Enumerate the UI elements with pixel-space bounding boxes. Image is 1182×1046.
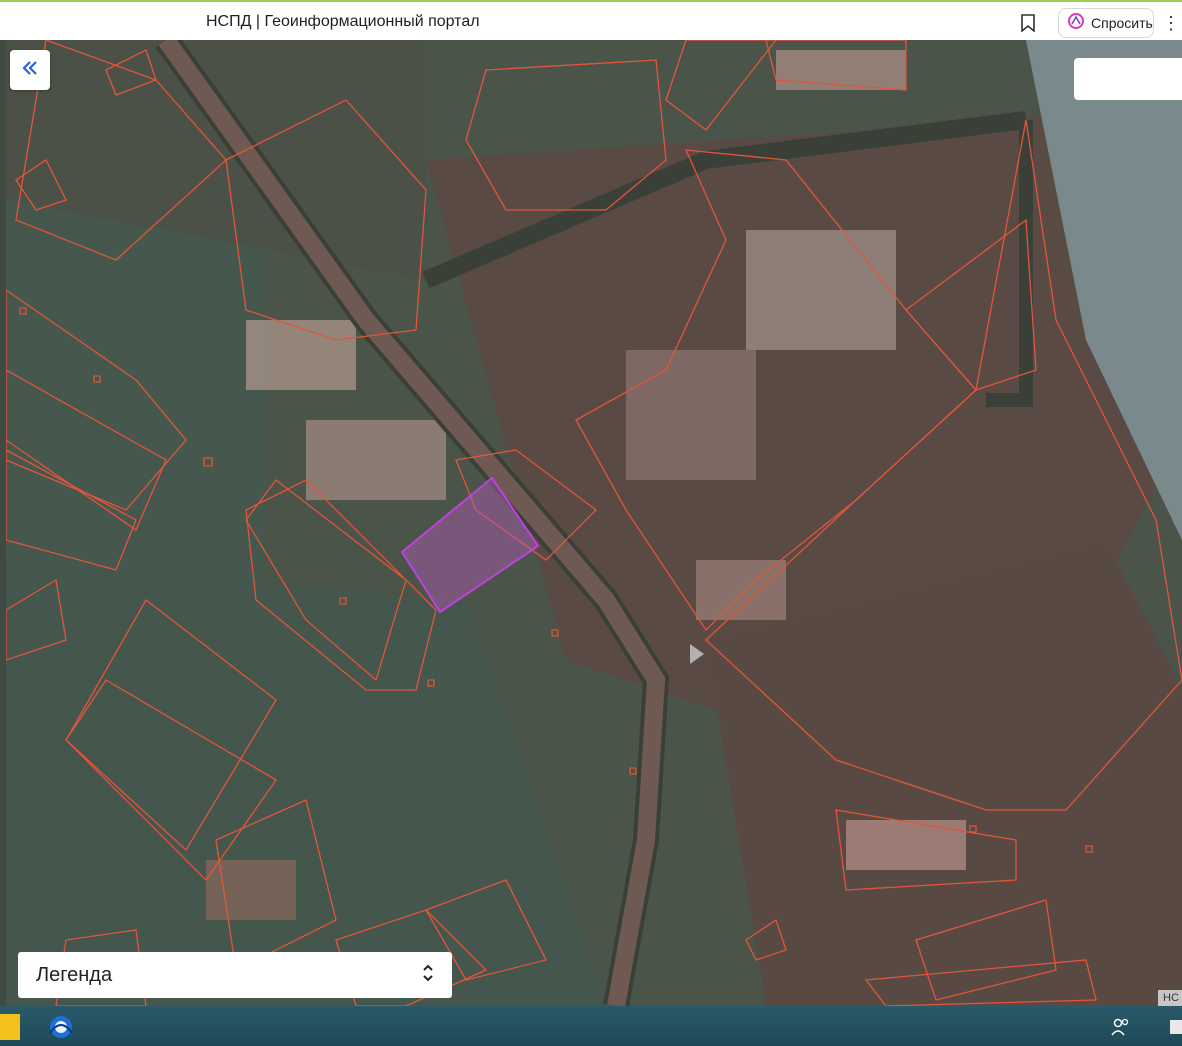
map-attribution-badge: НС: [1158, 990, 1182, 1006]
bookmark-icon[interactable]: [1016, 11, 1040, 35]
legend-dropdown[interactable]: Легенда: [18, 952, 452, 998]
double-chevron-left-icon: [22, 60, 38, 80]
tray-icon[interactable]: [1170, 1020, 1182, 1034]
collapse-panel-button[interactable]: [10, 50, 50, 90]
map-view[interactable]: Легенда НС: [6, 40, 1182, 1006]
alice-icon: [1067, 12, 1085, 35]
ask-button[interactable]: Спросить: [1058, 8, 1154, 38]
chevron-up-down-icon: [422, 963, 434, 988]
taskbar: [0, 1006, 1182, 1046]
browser-top-bar: НСПД | Геоинформационный портал Спросить…: [0, 0, 1182, 40]
people-icon[interactable]: [1110, 1016, 1132, 1038]
more-vertical-icon[interactable]: ⋮: [1160, 10, 1182, 36]
map-search-panel[interactable]: [1074, 58, 1182, 100]
page-title: НСПД | Геоинформационный портал: [206, 13, 480, 30]
satellite-map-with-parcels[interactable]: [6, 40, 1182, 1006]
ask-button-label: Спросить: [1091, 15, 1153, 31]
legend-label: Легенда: [36, 963, 113, 986]
windows-start-icon[interactable]: [0, 1014, 20, 1040]
browser-app-icon[interactable]: [44, 1012, 78, 1042]
